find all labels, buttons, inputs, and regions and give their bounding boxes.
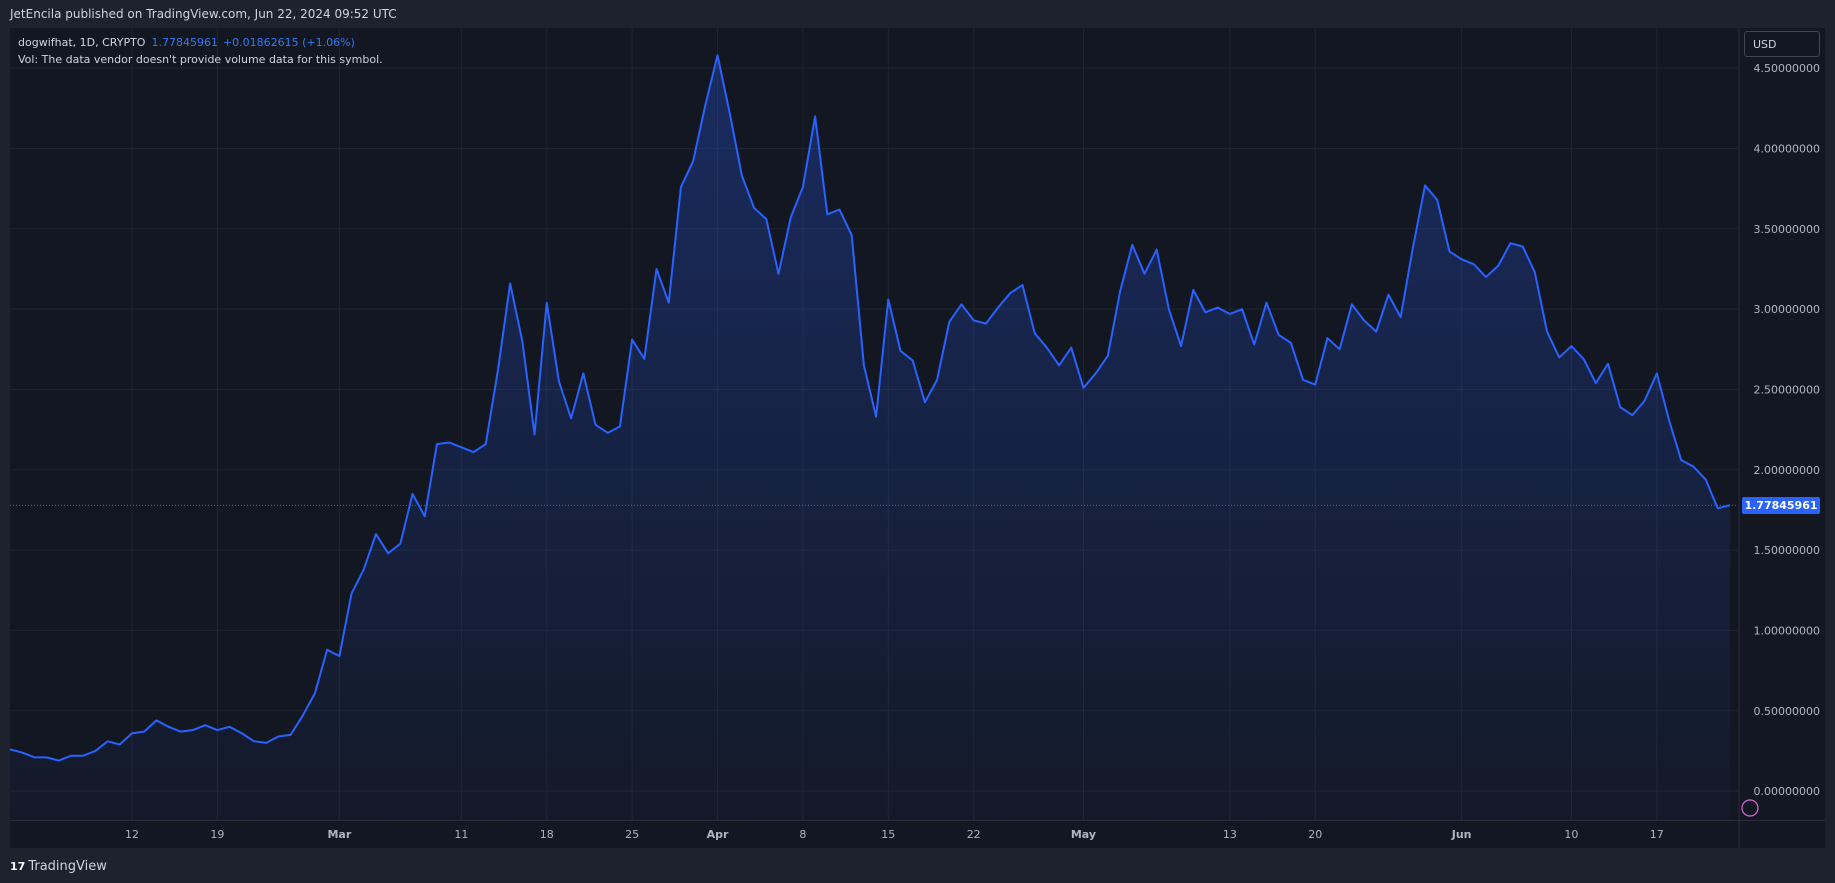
x-tick-label: 19	[210, 828, 224, 841]
y-tick-label: 4.50000000	[1754, 62, 1820, 75]
y-tick-label: 1.00000000	[1754, 624, 1820, 637]
legend-change: +0.01862615 (+1.06%)	[222, 36, 355, 49]
plot-area	[10, 54, 1759, 820]
x-tick-label: 12	[125, 828, 139, 841]
x-tick-label: 10	[1564, 828, 1578, 841]
x-tick-label: 17	[1650, 828, 1664, 841]
x-tick-label: 8	[799, 828, 806, 841]
publish-header: JetEncila published on TradingView.com, …	[0, 0, 1835, 28]
x-tick-label: 13	[1223, 828, 1237, 841]
y-tick-label: 0.00000000	[1754, 785, 1820, 798]
y-tick-label: 3.00000000	[1754, 303, 1820, 316]
currency-button[interactable]: USD	[1744, 31, 1820, 57]
price-axis[interactable]: 0.00000000 0.50000000 1.00000000 1.50000000…	[1754, 62, 1820, 798]
event-marker-icon	[1741, 799, 1759, 817]
symbol-legend: dogwifhat, 1D, CRYPTO 1.77845961 +0.018626…	[18, 34, 383, 68]
x-tick-label: 25	[625, 828, 639, 841]
tradingview-logo-mark: 17	[10, 860, 26, 873]
x-tick-label: Jun	[1451, 828, 1472, 841]
y-tick-label: 1.50000000	[1754, 544, 1820, 557]
tradingview-logo[interactable]: 17 TradingView	[10, 850, 107, 883]
legend-symbol[interactable]: dogwifhat, 1D, CRYPTO	[18, 36, 145, 49]
y-tick-label: 3.50000000	[1754, 223, 1820, 236]
last-price-tag: 1.77845961	[1742, 496, 1820, 514]
x-tick-label: 15	[881, 828, 895, 841]
time-axis[interactable]: 12 19 Mar 11 18 25 Apr 8 15 22 May 13 20 Jun 10 17	[125, 828, 1664, 841]
x-tick-label: 18	[540, 828, 554, 841]
x-tick-label: 22	[967, 828, 981, 841]
brand-name: TradingView	[28, 859, 107, 874]
x-tick-label: May	[1071, 828, 1096, 841]
publish-line: JetEncila published on TradingView.com, …	[10, 7, 397, 21]
legend-last-value: 1.77845961	[151, 36, 218, 49]
legend-volume-note: Vol: The data vendor doesn't provide vol…	[18, 53, 383, 66]
y-tick-label: 4.00000000	[1754, 142, 1820, 155]
y-tick-label: 0.50000000	[1754, 705, 1820, 718]
chart-pane[interactable]: 0.00000000 0.50000000 1.00000000 1.50000000…	[10, 28, 1825, 848]
legend-symbol-row: dogwifhat, 1D, CRYPTO 1.77845961 +0.018626…	[18, 34, 383, 51]
price-chart[interactable]: 0.00000000 0.50000000 1.00000000 1.50000000…	[10, 28, 1825, 848]
x-tick-label: 20	[1308, 828, 1322, 841]
x-tick-label: Apr	[707, 828, 729, 841]
footer-bar: 17 TradingView	[0, 850, 1835, 883]
y-tick-label: 2.00000000	[1754, 464, 1820, 477]
price-area-fill	[10, 55, 1730, 820]
x-tick-label: 11	[454, 828, 468, 841]
x-tick-label: Mar	[327, 828, 351, 841]
y-tick-label: 2.50000000	[1754, 383, 1820, 396]
